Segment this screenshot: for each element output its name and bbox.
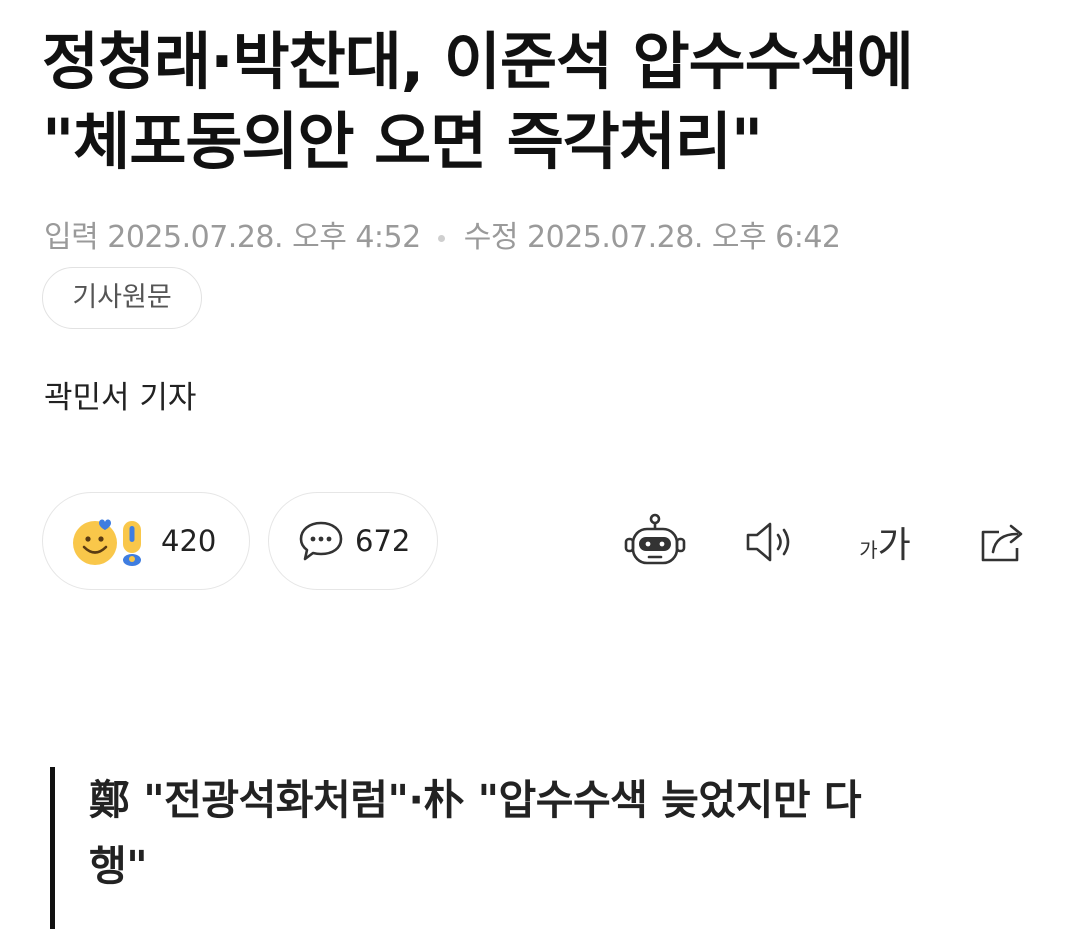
share-button[interactable]: [976, 510, 1032, 574]
input-time: 2025.07.28. 오후 4:52: [107, 220, 421, 255]
edit-time: 2025.07.28. 오후 6:42: [527, 220, 841, 255]
original-article-button[interactable]: 기사원문: [42, 267, 202, 329]
headline-line-2: "체포동의안 오면 즉각처리": [42, 105, 763, 178]
separator-dot: [437, 235, 445, 242]
headline-line-1: 정청래·박찬대, 이준석 압수수색에: [42, 25, 914, 98]
subheadline-line-2: 행": [89, 842, 148, 890]
summary-bot-button[interactable]: [622, 510, 688, 574]
article-page: 정청래·박찬대, 이준석 압수수색에 "체포동의안 오면 즉각처리" 입력 20…: [0, 0, 1080, 936]
font-size-large-glyph: 가: [877, 525, 911, 566]
font-size-button[interactable]: 가가: [852, 510, 918, 574]
edit-label: 수정: [463, 220, 519, 255]
speech-bubble-icon: [299, 521, 343, 561]
input-label: 입력: [44, 220, 99, 255]
tts-button[interactable]: [742, 510, 798, 574]
reaction-button[interactable]: 420: [42, 492, 250, 590]
article-timestamps: 입력 2025.07.28. 오후 4:52 수정 2025.07.28. 오후…: [44, 218, 841, 258]
comment-count: 672: [355, 524, 411, 558]
speaker-icon: [746, 522, 790, 562]
reaction-count: 420: [161, 524, 217, 558]
font-size-icon: 가가: [859, 516, 911, 568]
comment-button[interactable]: 672: [268, 492, 438, 590]
subheadline-line-1: 鄭 "전광석화처럼"·朴 "압수수색 늦었지만 다: [89, 776, 862, 824]
emoji-reaction-icon: [73, 519, 141, 566]
reporter-name[interactable]: 곽민서 기자: [44, 376, 196, 420]
share-icon: [981, 524, 1023, 562]
robot-icon: [624, 513, 686, 565]
article-headline: 정청래·박찬대, 이준석 압수수색에 "체포동의안 오면 즉각처리": [42, 22, 1042, 182]
article-subheadline: 鄭 "전광석화처럼"·朴 "압수수색 늦었지만 다 행": [50, 767, 950, 929]
font-size-small-glyph: 가: [859, 538, 878, 562]
